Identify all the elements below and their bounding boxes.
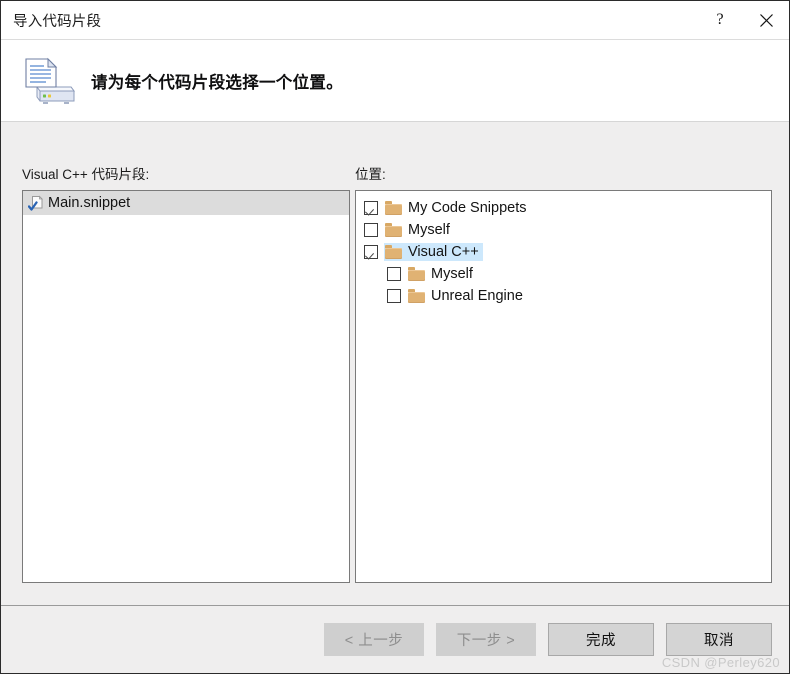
document-scanner-import-icon	[19, 53, 77, 109]
footer-button-bar: < 上一步 下一步 > 完成 取消 CSDN @Perley620	[1, 605, 789, 673]
tree-row-label: Myself	[431, 266, 473, 282]
tree-label-wrap[interactable]: Myself	[384, 221, 454, 239]
cancel-button[interactable]: 取消	[666, 623, 772, 656]
location-tree-label: 位置:	[355, 167, 386, 182]
watermark: CSDN @Perley620	[661, 655, 780, 670]
folder-icon	[408, 289, 425, 303]
folder-icon	[385, 223, 402, 237]
tree-row[interactable]: My Code Snippets	[364, 197, 771, 219]
tree-row[interactable]: Myself	[364, 263, 771, 285]
checkbox[interactable]	[387, 289, 401, 303]
close-button[interactable]	[743, 1, 789, 39]
tree-row-label: Visual C++	[408, 244, 479, 260]
panels-container: Visual C++ 代码片段: Main.snippet 位置: My Cod…	[22, 166, 772, 583]
folder-icon	[385, 245, 402, 259]
checkbox[interactable]	[364, 223, 378, 237]
tree-row[interactable]: Myself	[364, 219, 771, 241]
checkbox[interactable]	[387, 267, 401, 281]
help-button[interactable]: ?	[697, 1, 743, 39]
finish-button[interactable]: 完成	[548, 623, 654, 656]
tree-label-wrap[interactable]: My Code Snippets	[384, 199, 530, 217]
folder-icon	[385, 201, 402, 215]
tree-label-wrap[interactable]: Myself	[407, 265, 477, 283]
location-tree-column: 位置: My Code Snippets Myself Visual C++ M…	[355, 166, 772, 583]
close-icon	[759, 13, 773, 27]
snippet-list-label: Visual C++ 代码片段:	[22, 167, 150, 182]
header-banner: 请为每个代码片段选择一个位置。	[1, 40, 789, 122]
import-code-snippet-dialog: 导入代码片段 ? 请为每个代码片段选择一个位置。 Visual C++ 代码片段…	[0, 0, 790, 674]
tree-row-label: Unreal Engine	[431, 288, 523, 304]
snippet-list-column: Visual C++ 代码片段: Main.snippet	[22, 166, 350, 583]
tree-row-label: Myself	[408, 222, 450, 238]
location-tree: My Code Snippets Myself Visual C++ Mysel…	[356, 191, 771, 307]
checkbox[interactable]	[364, 201, 378, 215]
question-mark-icon: ?	[716, 11, 724, 28]
location-treebox[interactable]: My Code Snippets Myself Visual C++ Mysel…	[355, 190, 772, 583]
list-item-label: Main.snippet	[48, 195, 131, 211]
list-item[interactable]: Main.snippet	[23, 191, 349, 215]
next-button[interactable]: 下一步 >	[436, 623, 536, 656]
tree-label-wrap[interactable]: Unreal Engine	[407, 287, 527, 305]
titlebar: 导入代码片段 ?	[1, 1, 789, 40]
window-title: 导入代码片段	[13, 13, 102, 30]
tree-row[interactable]: Unreal Engine	[364, 285, 771, 307]
snippet-listbox[interactable]: Main.snippet	[22, 190, 350, 583]
back-button[interactable]: < 上一步	[324, 623, 424, 656]
titlebar-controls: ?	[697, 1, 789, 39]
tree-row-label: My Code Snippets	[408, 200, 527, 216]
checkbox[interactable]	[364, 245, 378, 259]
tree-label-wrap[interactable]: Visual C++	[384, 243, 483, 261]
header-title: 请为每个代码片段选择一个位置。	[91, 73, 343, 92]
dialog-body: Visual C++ 代码片段: Main.snippet 位置: My Cod…	[1, 122, 789, 605]
tree-row[interactable]: Visual C++	[364, 241, 771, 263]
folder-icon	[408, 267, 425, 281]
snippet-file-icon	[27, 195, 45, 212]
